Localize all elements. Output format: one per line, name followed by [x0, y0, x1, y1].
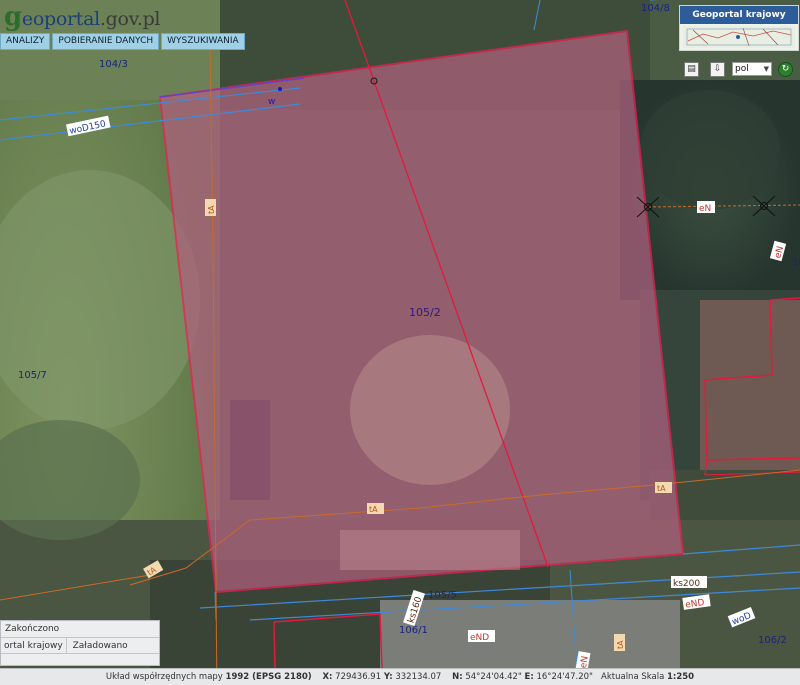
- utility-label-ta-5: tA: [616, 640, 625, 649]
- coordinates-statusbar: Układ współrzędnych mapy 1992 (EPSG 2180…: [0, 668, 800, 685]
- y-label: Y:: [383, 672, 393, 682]
- logo-g: g: [4, 2, 22, 32]
- parcel-label-104-8: 104/8: [641, 3, 670, 14]
- loading-status-panel: Zakończono ortal krajowy Załadowano: [0, 620, 160, 666]
- e-value: 16°24'47.20": [536, 672, 593, 682]
- parcel-label-106-1: 106/1: [399, 625, 428, 636]
- menu-analizy-button[interactable]: ANALIZY: [0, 33, 51, 50]
- parcel-label-106-2: 106/2: [758, 635, 787, 646]
- refresh-icon[interactable]: ↻: [778, 62, 793, 77]
- parcel-label-105-5: 105/5: [428, 590, 457, 601]
- coord-system-value: 1992 (EPSG 2180): [225, 672, 312, 682]
- print-icon[interactable]: ▤: [684, 62, 699, 77]
- overview-map-panel[interactable]: Geoportal krajowy: [679, 5, 799, 51]
- scale-label: Aktualna Skala: [601, 672, 665, 682]
- utility-label-ta-3: tA: [657, 484, 666, 493]
- n-label: N:: [452, 672, 463, 682]
- menu-wyszukiwania-button[interactable]: WYSZUKIWANIA: [161, 33, 245, 50]
- parcel-label-104-3: 104/3: [99, 59, 128, 70]
- logo-domain: .gov.pl: [99, 8, 161, 30]
- overview-title: Geoportal krajowy: [680, 6, 798, 24]
- status-completed-text: Zakończono: [5, 624, 60, 634]
- map-toolbar: ▤ ⇩ pol ▼ ↻: [680, 60, 798, 78]
- e-label: E:: [524, 672, 534, 682]
- parcel-label-105-2: 105/2: [409, 306, 441, 319]
- coord-system-prefix: Układ współrzędnych mapy: [105, 672, 223, 682]
- utility-label-en-1: eN: [699, 204, 711, 214]
- geoportal-logo[interactable]: geoportal.gov.pl: [4, 2, 161, 32]
- status-source-text: ortal krajowy: [1, 638, 67, 654]
- status-empty-row: [1, 653, 159, 666]
- utility-label-ks200: ks200: [673, 579, 700, 589]
- parcel-label-10: 10: [792, 257, 800, 268]
- language-value: pol: [735, 64, 749, 74]
- utility-label-ta-2: tA: [369, 505, 378, 514]
- utility-label-ta-1: tA: [207, 205, 216, 214]
- utility-label-w: w: [268, 97, 275, 107]
- export-icon[interactable]: ⇩: [710, 62, 725, 77]
- x-value: 729436.91: [335, 672, 382, 682]
- utility-label-end-2: eND: [470, 633, 489, 643]
- scale-value: 1:250: [667, 672, 695, 682]
- chevron-down-icon: ▼: [763, 65, 769, 73]
- map-canvas[interactable]: 104/3 104/8 105/2 105/7 105/5 106/1 106/…: [0, 0, 800, 684]
- status-loaded-text: Załadowano: [72, 641, 128, 651]
- y-value: 332134.07: [395, 672, 442, 682]
- x-label: X:: [322, 672, 333, 682]
- language-select[interactable]: pol ▼: [732, 62, 772, 76]
- parcel-label-105-7: 105/7: [18, 370, 47, 381]
- menu-pobieranie-danych-button[interactable]: POBIERANIE DANYCH: [52, 33, 160, 50]
- main-menu: ANALIZY POBIERANIE DANYCH WYSZUKIWANIA: [0, 33, 245, 50]
- logo-eoportal: eoportal: [21, 8, 100, 30]
- overview-map-thumbnail[interactable]: [683, 26, 795, 48]
- n-value: 54°24'04.42": [465, 672, 522, 682]
